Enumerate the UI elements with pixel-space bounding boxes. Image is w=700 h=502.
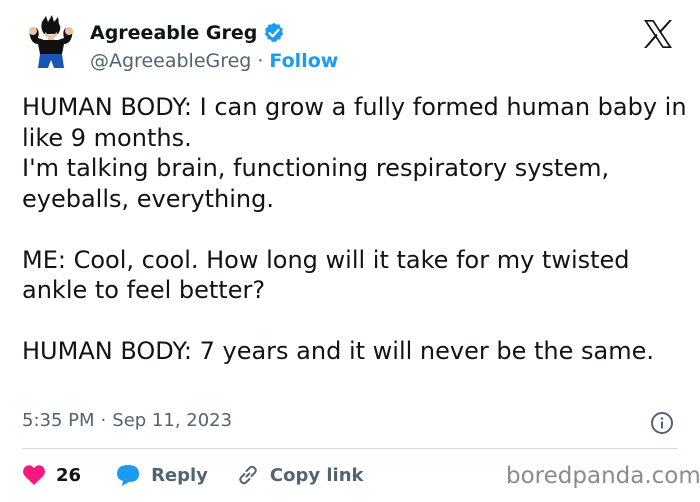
handle-separator: · <box>257 50 264 72</box>
avatar[interactable] <box>22 14 80 72</box>
timestamp-separator: · <box>100 410 107 431</box>
tweet-text: HUMAN BODY: I can grow a fully formed hu… <box>22 92 688 367</box>
follow-button[interactable]: Follow <box>269 50 338 72</box>
tweet-date: Sep 11, 2023 <box>112 410 233 431</box>
author-display-name[interactable]: Agreeable Greg <box>90 22 257 44</box>
action-bar: 26 Reply Copy link <box>22 460 364 490</box>
reply-button[interactable]: Reply <box>115 463 208 487</box>
timestamp[interactable]: 5:35 PM · Sep 11, 2023 <box>22 410 232 431</box>
tweet-paragraph: ME: Cool, cool. How long will it take fo… <box>22 245 630 305</box>
author-handle-row: @AgreeableGreg · Follow <box>90 50 338 72</box>
reply-label: Reply <box>151 464 208 486</box>
tweet-time: 5:35 PM <box>22 410 95 431</box>
watermark: boredpanda.com <box>506 463 700 489</box>
reply-bubble-icon <box>117 465 140 486</box>
x-logo-icon[interactable] <box>642 18 674 50</box>
tweet-paragraph: HUMAN BODY: 7 years and it will never be… <box>22 337 655 365</box>
copy-link-label: Copy link <box>269 464 364 486</box>
like-button[interactable]: 26 <box>22 464 81 486</box>
tweet-card: Agreeable Greg @AgreeableGreg · Follow H… <box>0 0 700 502</box>
info-icon[interactable] <box>650 411 674 435</box>
author-handle[interactable]: @AgreeableGreg <box>90 50 251 72</box>
author-name-row: Agreeable Greg <box>90 22 285 44</box>
verified-badge-icon <box>265 22 284 42</box>
tweet-paragraph: I'm talking brain, functioning respirato… <box>22 154 610 213</box>
like-count: 26 <box>56 464 82 486</box>
heart-icon <box>23 465 45 485</box>
copy-link-button[interactable]: Copy link <box>236 463 364 487</box>
tweet-paragraph: HUMAN BODY: I can grow a fully formed hu… <box>22 93 687 152</box>
link-icon <box>239 465 257 485</box>
divider <box>22 448 678 449</box>
